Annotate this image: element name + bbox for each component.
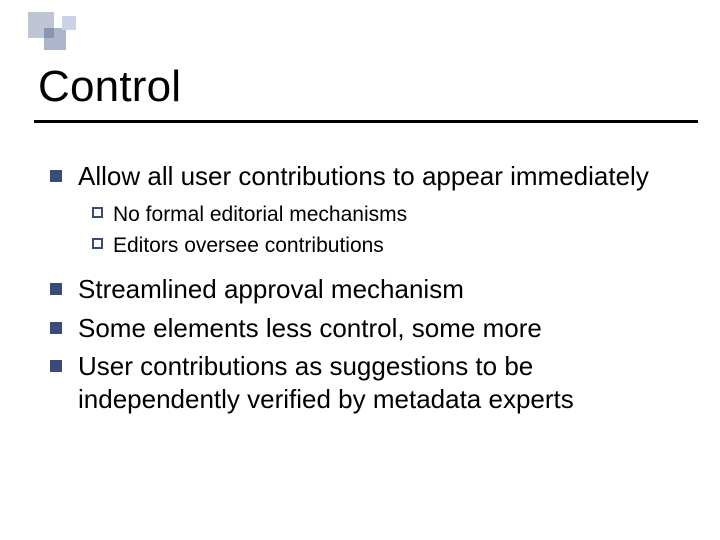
list-item: Editors oversee contributions (92, 232, 680, 259)
list-item: Streamlined approval mechanism (50, 273, 680, 306)
list-item: No formal editorial mechanisms (92, 201, 680, 228)
list-item: User contributions as suggestions to be … (50, 350, 680, 415)
square-bullet-icon (50, 170, 62, 182)
hollow-square-bullet-icon (92, 238, 103, 249)
slide-content: Allow all user contributions to appear i… (50, 160, 680, 421)
square-bullet-icon (50, 322, 62, 334)
title-underline (34, 120, 698, 123)
list-item-text: Editors oversee contributions (113, 232, 384, 259)
list-item-text: No formal editorial mechanisms (113, 201, 407, 228)
sub-list: No formal editorial mechanisms Editors o… (92, 201, 680, 260)
list-item-text: Allow all user contributions to appear i… (78, 160, 649, 193)
square-bullet-icon (50, 360, 62, 372)
list-item-text: Streamlined approval mechanism (78, 273, 464, 306)
list-item: Allow all user contributions to appear i… (50, 160, 680, 193)
slide: Control Allow all user contributions to … (0, 0, 720, 540)
slide-title: Control (38, 62, 181, 112)
deco-square-icon (44, 28, 66, 50)
deco-square-icon (62, 16, 76, 30)
square-bullet-icon (50, 283, 62, 295)
list-item-text: Some elements less control, some more (78, 312, 542, 345)
list-item-text: User contributions as suggestions to be … (78, 350, 680, 415)
hollow-square-bullet-icon (92, 207, 103, 218)
list-item: Some elements less control, some more (50, 312, 680, 345)
